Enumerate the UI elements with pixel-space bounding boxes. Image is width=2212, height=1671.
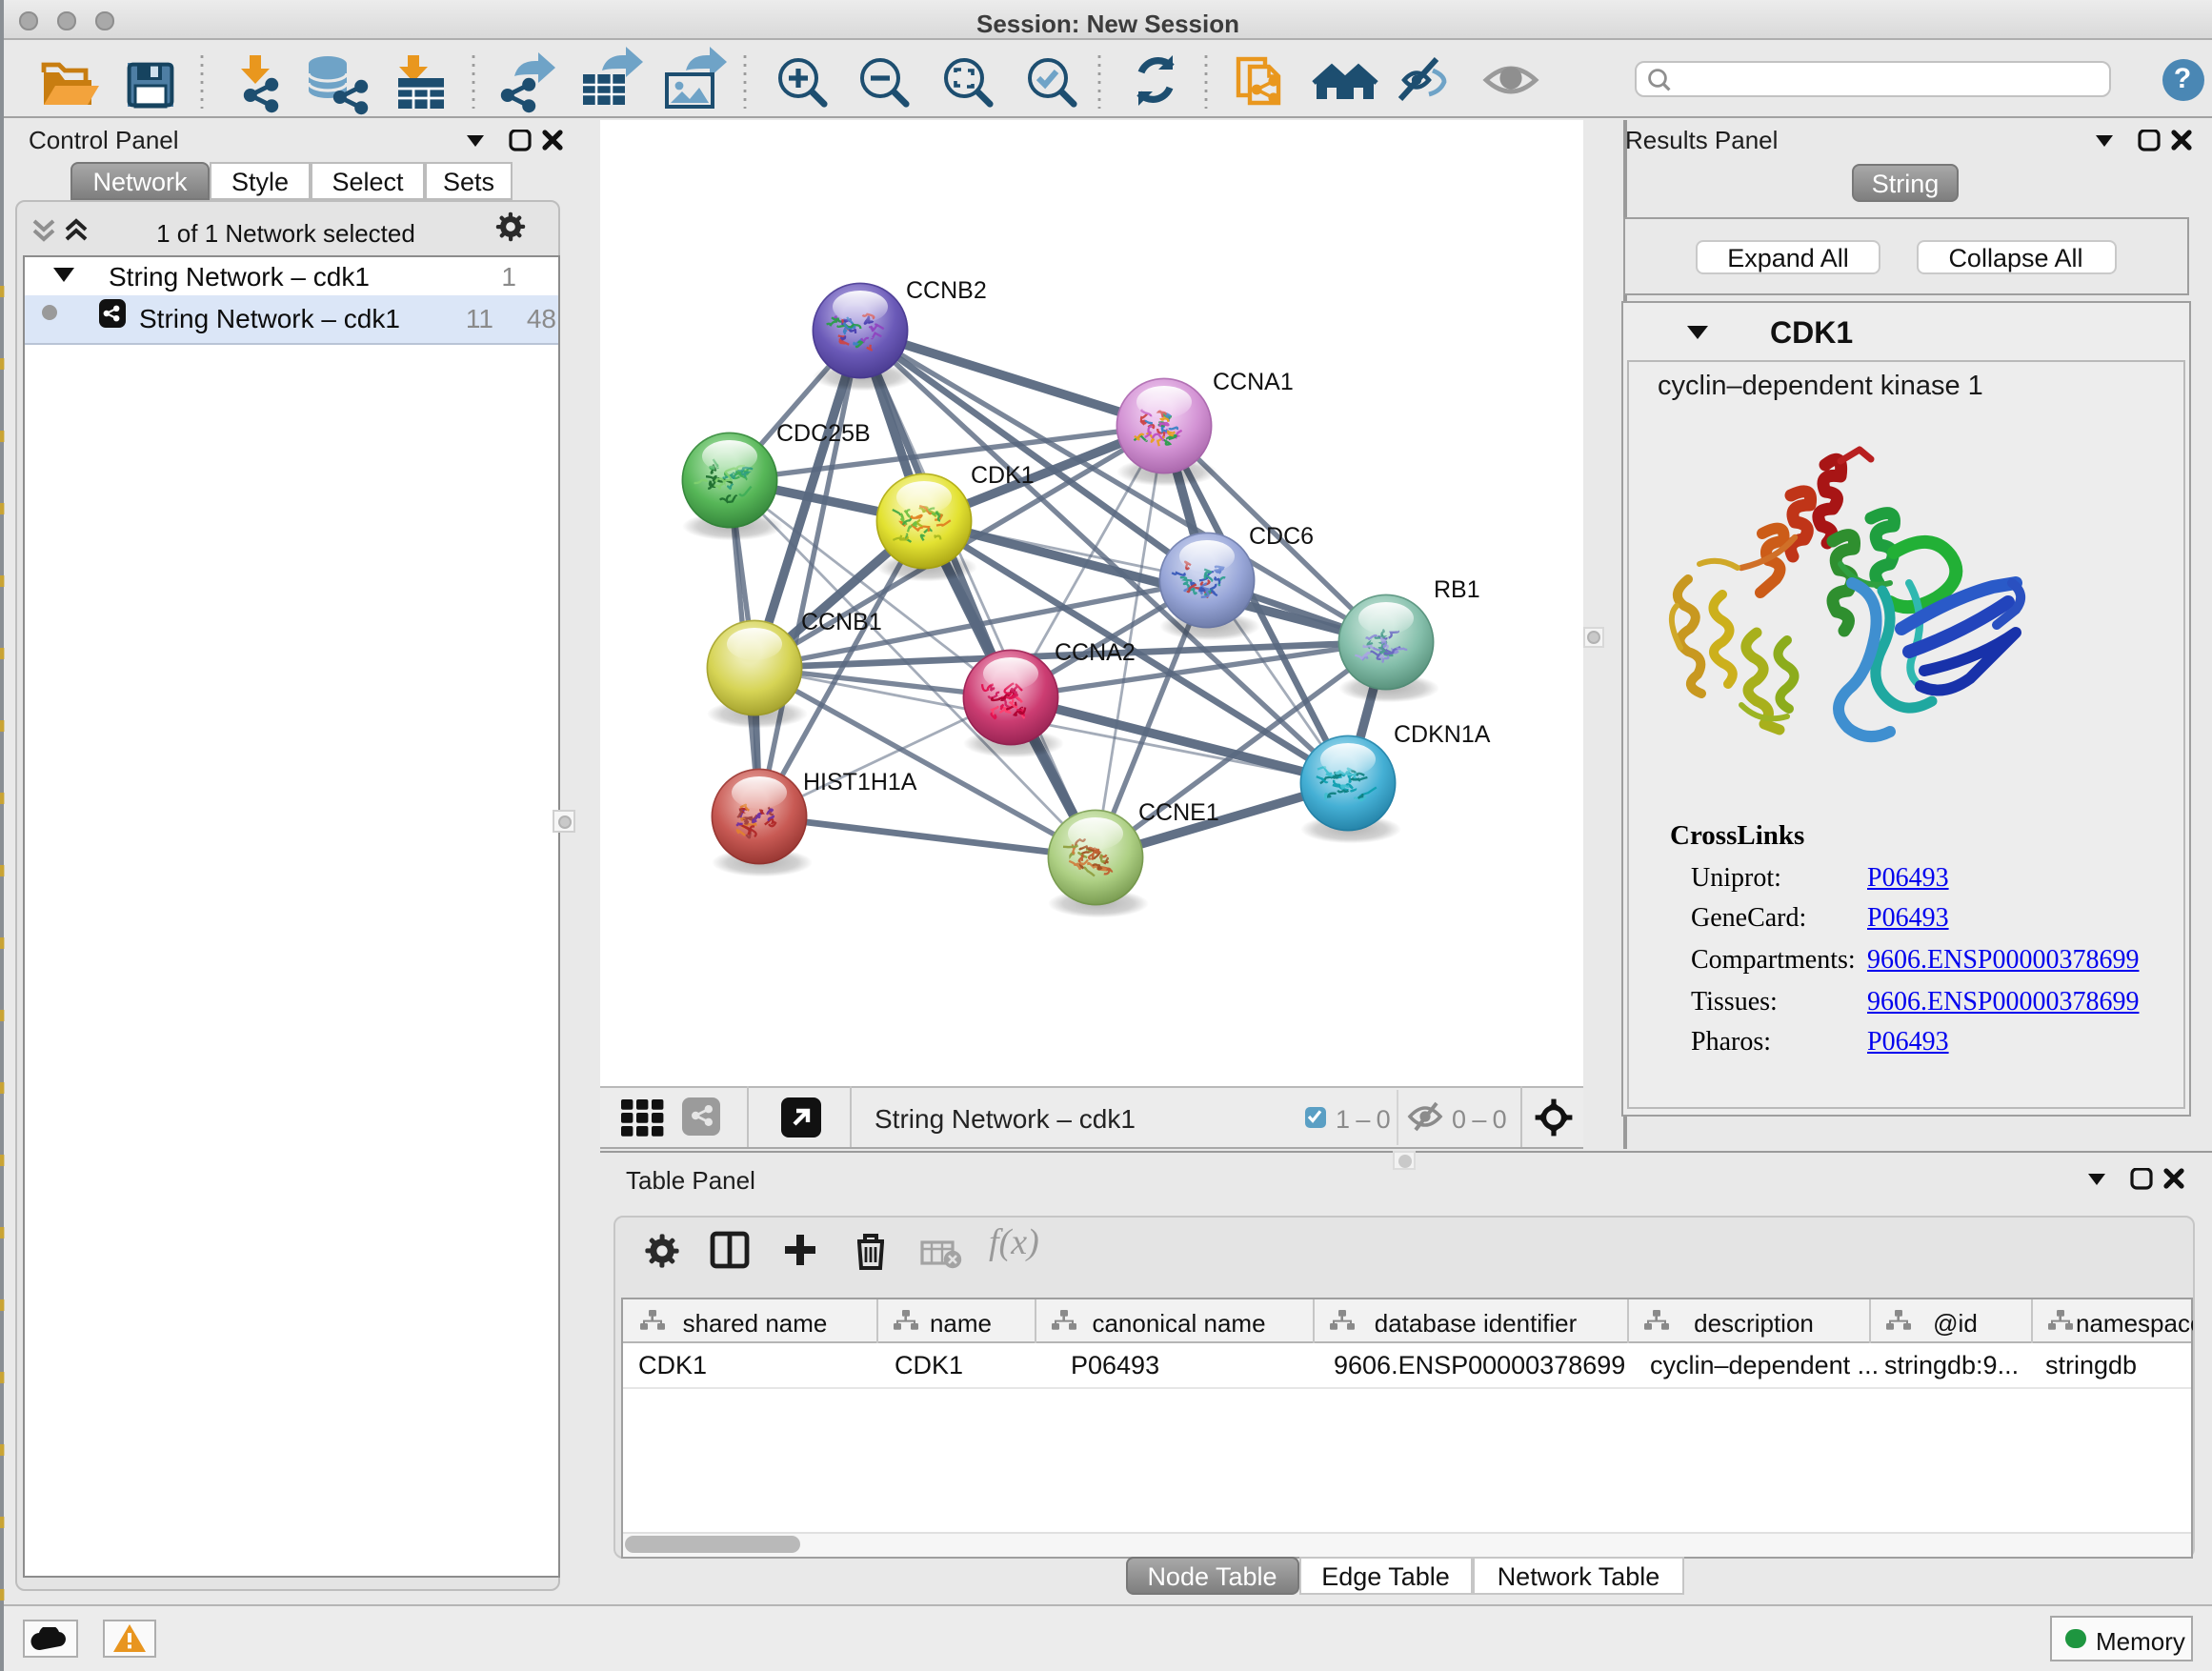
svg-text:CDC25B: CDC25B bbox=[775, 419, 870, 446]
svg-text:CDKN1A: CDKN1A bbox=[1393, 720, 1490, 747]
svg-text:CCNA1: CCNA1 bbox=[1212, 368, 1293, 394]
svg-text:CCNA2: CCNA2 bbox=[1054, 638, 1135, 665]
svg-text:CDK1: CDK1 bbox=[970, 461, 1034, 488]
svg-text:CCNB1: CCNB1 bbox=[800, 608, 881, 634]
svg-text:CCNB2: CCNB2 bbox=[905, 276, 986, 303]
svg-text:CDC6: CDC6 bbox=[1248, 522, 1313, 549]
svg-text:CCNE1: CCNE1 bbox=[1137, 798, 1218, 825]
svg-text:HIST1H1A: HIST1H1A bbox=[802, 768, 916, 795]
svg-text:RB1: RB1 bbox=[1433, 575, 1479, 602]
